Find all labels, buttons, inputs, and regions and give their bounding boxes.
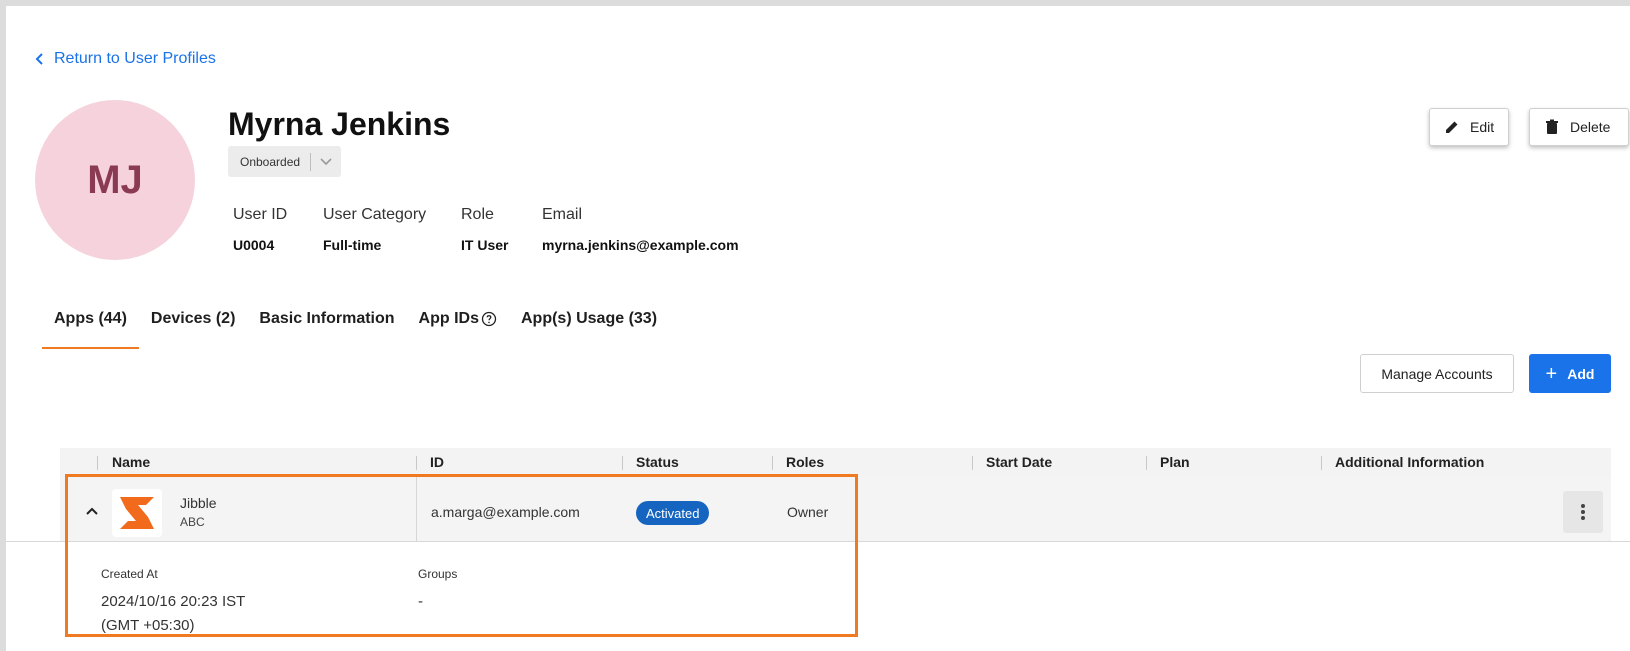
email-label: Email xyxy=(542,206,583,223)
status-dropdown[interactable]: Onboarded xyxy=(228,146,341,177)
app-subtitle: ABC xyxy=(180,515,205,529)
delete-button[interactable]: Delete xyxy=(1529,108,1629,146)
created-at-value-line1: 2024/10/16 20:23 IST xyxy=(101,593,246,610)
app-logo xyxy=(112,489,162,537)
tab-app-usage[interactable]: App(s) Usage (33) xyxy=(509,304,669,349)
avatar: MJ xyxy=(35,100,195,260)
tab-basic-information-label: Basic Information xyxy=(259,310,395,327)
account-id-cell: a.marga@example.com xyxy=(431,504,580,520)
column-separator xyxy=(622,456,623,470)
roles-cell: Owner xyxy=(787,504,829,520)
row-detail-panel: Created At 2024/10/16 20:23 IST (GMT +05… xyxy=(6,541,1630,651)
plus-icon: + xyxy=(1545,362,1558,385)
user-category-value: Full-time xyxy=(323,237,382,253)
table-row[interactable]: Jibble ABC a.marga@example.com Activated… xyxy=(60,477,1611,547)
column-header-status[interactable]: Status xyxy=(636,454,679,470)
page-frame: Return to User Profiles MJ Myrna Jenkins… xyxy=(6,6,1630,651)
chevron-up-icon[interactable] xyxy=(82,501,102,521)
tab-app-usage-label: App(s) Usage (33) xyxy=(521,310,658,327)
chevron-left-icon xyxy=(35,53,43,65)
status-value: Onboarded xyxy=(240,154,301,169)
table-header: Name ID Status Roles Start Date Plan Add… xyxy=(60,448,1611,477)
pencil-icon xyxy=(1446,121,1458,133)
column-header-plan[interactable]: Plan xyxy=(1160,454,1190,470)
tab-devices[interactable]: Devices (2) xyxy=(139,304,248,349)
user-category-label: User Category xyxy=(323,206,427,223)
role-field: Role IT User xyxy=(461,206,508,253)
add-button-label: Add xyxy=(1567,365,1595,382)
column-separator xyxy=(97,456,98,470)
back-link[interactable]: Return to User Profiles xyxy=(34,50,216,68)
trash-icon xyxy=(1546,119,1558,134)
column-separator xyxy=(1146,456,1147,470)
column-header-id[interactable]: ID xyxy=(430,454,444,470)
tab-apps-label: Apps (44) xyxy=(54,310,127,327)
tab-apps[interactable]: Apps (44) xyxy=(42,304,139,349)
chevron-down-icon xyxy=(311,157,341,167)
tab-basic-information[interactable]: Basic Information xyxy=(247,304,406,349)
kebab-menu-icon[interactable] xyxy=(1563,491,1603,533)
tab-app-ids[interactable]: App IDs xyxy=(407,304,509,349)
column-header-name[interactable]: Name xyxy=(112,454,150,470)
email-field: Email myrna.jenkins@example.com xyxy=(542,206,739,253)
role-label: Role xyxy=(461,206,494,223)
user-category-field: User Category Full-time xyxy=(323,206,426,253)
status-badge: Activated xyxy=(636,501,710,525)
column-header-roles[interactable]: Roles xyxy=(786,454,824,470)
user-id-value: U0004 xyxy=(233,237,275,253)
user-id-field: User ID U0004 xyxy=(233,206,287,253)
edit-button[interactable]: Edit xyxy=(1429,108,1510,146)
user-name: Myrna Jenkins xyxy=(228,106,451,142)
edit-button-label: Edit xyxy=(1470,119,1495,135)
column-separator xyxy=(772,456,773,470)
groups-value: - xyxy=(418,593,423,610)
role-value: IT User xyxy=(461,237,509,253)
column-separator xyxy=(972,456,973,470)
column-separator xyxy=(416,477,417,547)
created-at-value-line2: (GMT +05:30) xyxy=(101,617,195,634)
column-header-additional-information[interactable]: Additional Information xyxy=(1335,454,1484,470)
delete-button-label: Delete xyxy=(1570,119,1611,135)
tab-bar: Apps (44) Devices (2) Basic Information … xyxy=(42,304,669,349)
jibble-logo-icon xyxy=(120,497,154,529)
tab-devices-label: Devices (2) xyxy=(150,310,236,327)
add-button[interactable]: + Add xyxy=(1529,354,1611,393)
app-name: Jibble xyxy=(180,495,217,511)
column-header-start-date[interactable]: Start Date xyxy=(986,454,1052,470)
created-at-label: Created At xyxy=(101,567,158,581)
column-separator xyxy=(1321,456,1322,470)
user-id-label: User ID xyxy=(233,206,288,223)
email-value: myrna.jenkins@example.com xyxy=(542,237,739,253)
manage-accounts-button[interactable]: Manage Accounts xyxy=(1360,354,1514,393)
tab-app-ids-label: App IDs xyxy=(418,310,479,327)
column-separator xyxy=(416,456,417,470)
back-link-label: Return to User Profiles xyxy=(54,50,216,67)
groups-label: Groups xyxy=(418,567,458,581)
help-circle-icon[interactable] xyxy=(481,311,497,327)
